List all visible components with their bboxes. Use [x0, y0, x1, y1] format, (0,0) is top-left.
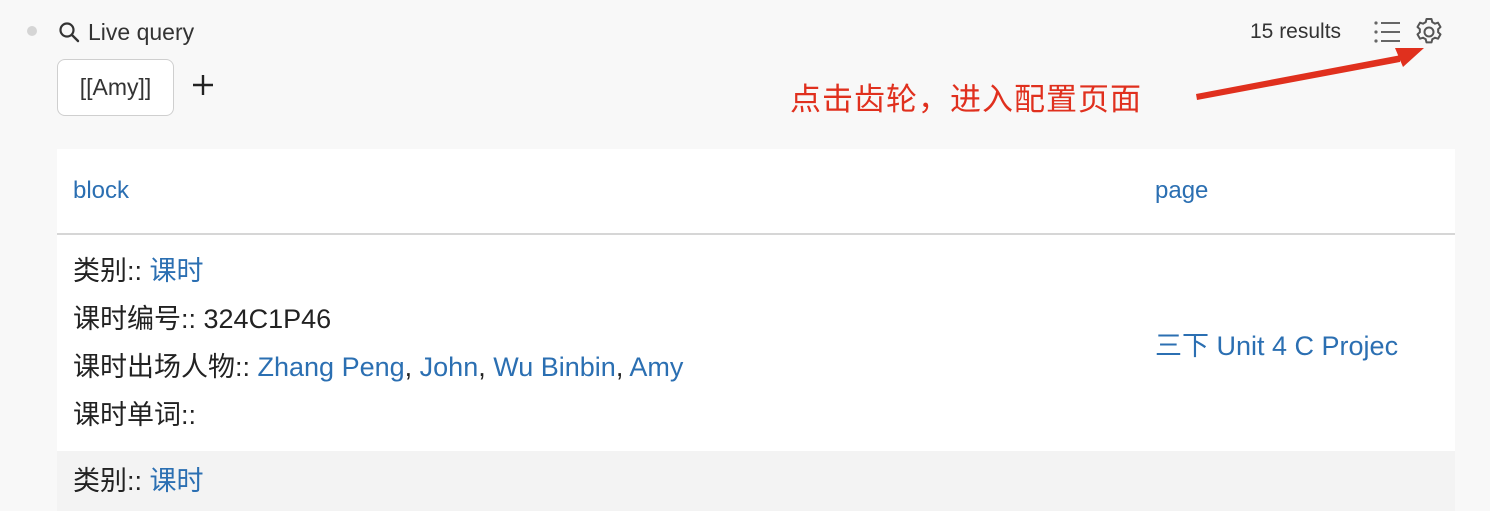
property-key: 课时出场人物:: — [73, 352, 258, 382]
annotation-text: 点击齿轮，进入配置页面 — [790, 82, 1142, 118]
property-key: 类别:: — [73, 466, 150, 496]
column-header-page[interactable]: page — [1139, 149, 1455, 235]
block-cell[interactable]: 类别:: 课时 课时编号:: 324C1P46 课时出场人物:: Zhang P… — [57, 234, 1139, 451]
block-bullet[interactable] — [27, 26, 37, 36]
category-link[interactable]: 课时 — [150, 256, 204, 286]
property-words: 课时单词:: — [73, 391, 1139, 439]
search-icon — [58, 21, 80, 43]
page-cell — [1139, 451, 1455, 511]
table-row[interactable]: 类别:: 课时 课时编号:: 324C1P46 课时出场人物:: Zhang P… — [57, 234, 1455, 451]
separator: , — [478, 352, 494, 382]
property-key: 课时编号:: — [73, 304, 204, 334]
property-category: 类别:: 课时 — [73, 247, 1139, 295]
property-category: 类别:: 课时 — [73, 457, 1139, 505]
results-count: 15 results — [1250, 20, 1342, 43]
category-link[interactable]: 课时 — [150, 466, 204, 496]
character-link[interactable]: John — [420, 352, 479, 382]
page-link[interactable]: 三下 Unit 4 C Projec — [1139, 234, 1455, 451]
table-header-row: block page — [57, 149, 1455, 235]
plus-icon — [191, 73, 215, 102]
list-icon[interactable] — [1373, 18, 1403, 51]
character-link[interactable]: Zhang Peng — [258, 352, 405, 382]
property-characters: 课时出场人物:: Zhang Peng, John, Wu Binbin, Am… — [73, 343, 1139, 391]
separator: , — [615, 352, 630, 382]
property-lesson-number: 课时编号:: 324C1P46 — [73, 295, 1139, 343]
gear-icon[interactable] — [1413, 16, 1445, 53]
property-key: 课时单词:: — [73, 400, 197, 430]
separator: , — [404, 352, 420, 382]
results-table: block page 类别:: 课时 课时编号:: 324C1P46 课时出场人… — [57, 149, 1455, 511]
query-header: Live query — [58, 16, 194, 48]
property-value: 324C1P46 — [203, 304, 332, 334]
add-filter-button[interactable] — [187, 70, 219, 104]
block-cell[interactable]: 类别:: 课时 — [57, 451, 1139, 511]
filter-tag-amy[interactable]: [[Amy]] — [57, 59, 174, 116]
character-link[interactable]: Wu Binbin — [493, 352, 616, 382]
query-title: Live query — [88, 18, 195, 45]
property-key: 类别:: — [73, 256, 150, 286]
character-link[interactable]: Amy — [629, 352, 683, 382]
column-header-block[interactable]: block — [57, 149, 1139, 235]
table-row[interactable]: 类别:: 课时 — [57, 451, 1455, 511]
